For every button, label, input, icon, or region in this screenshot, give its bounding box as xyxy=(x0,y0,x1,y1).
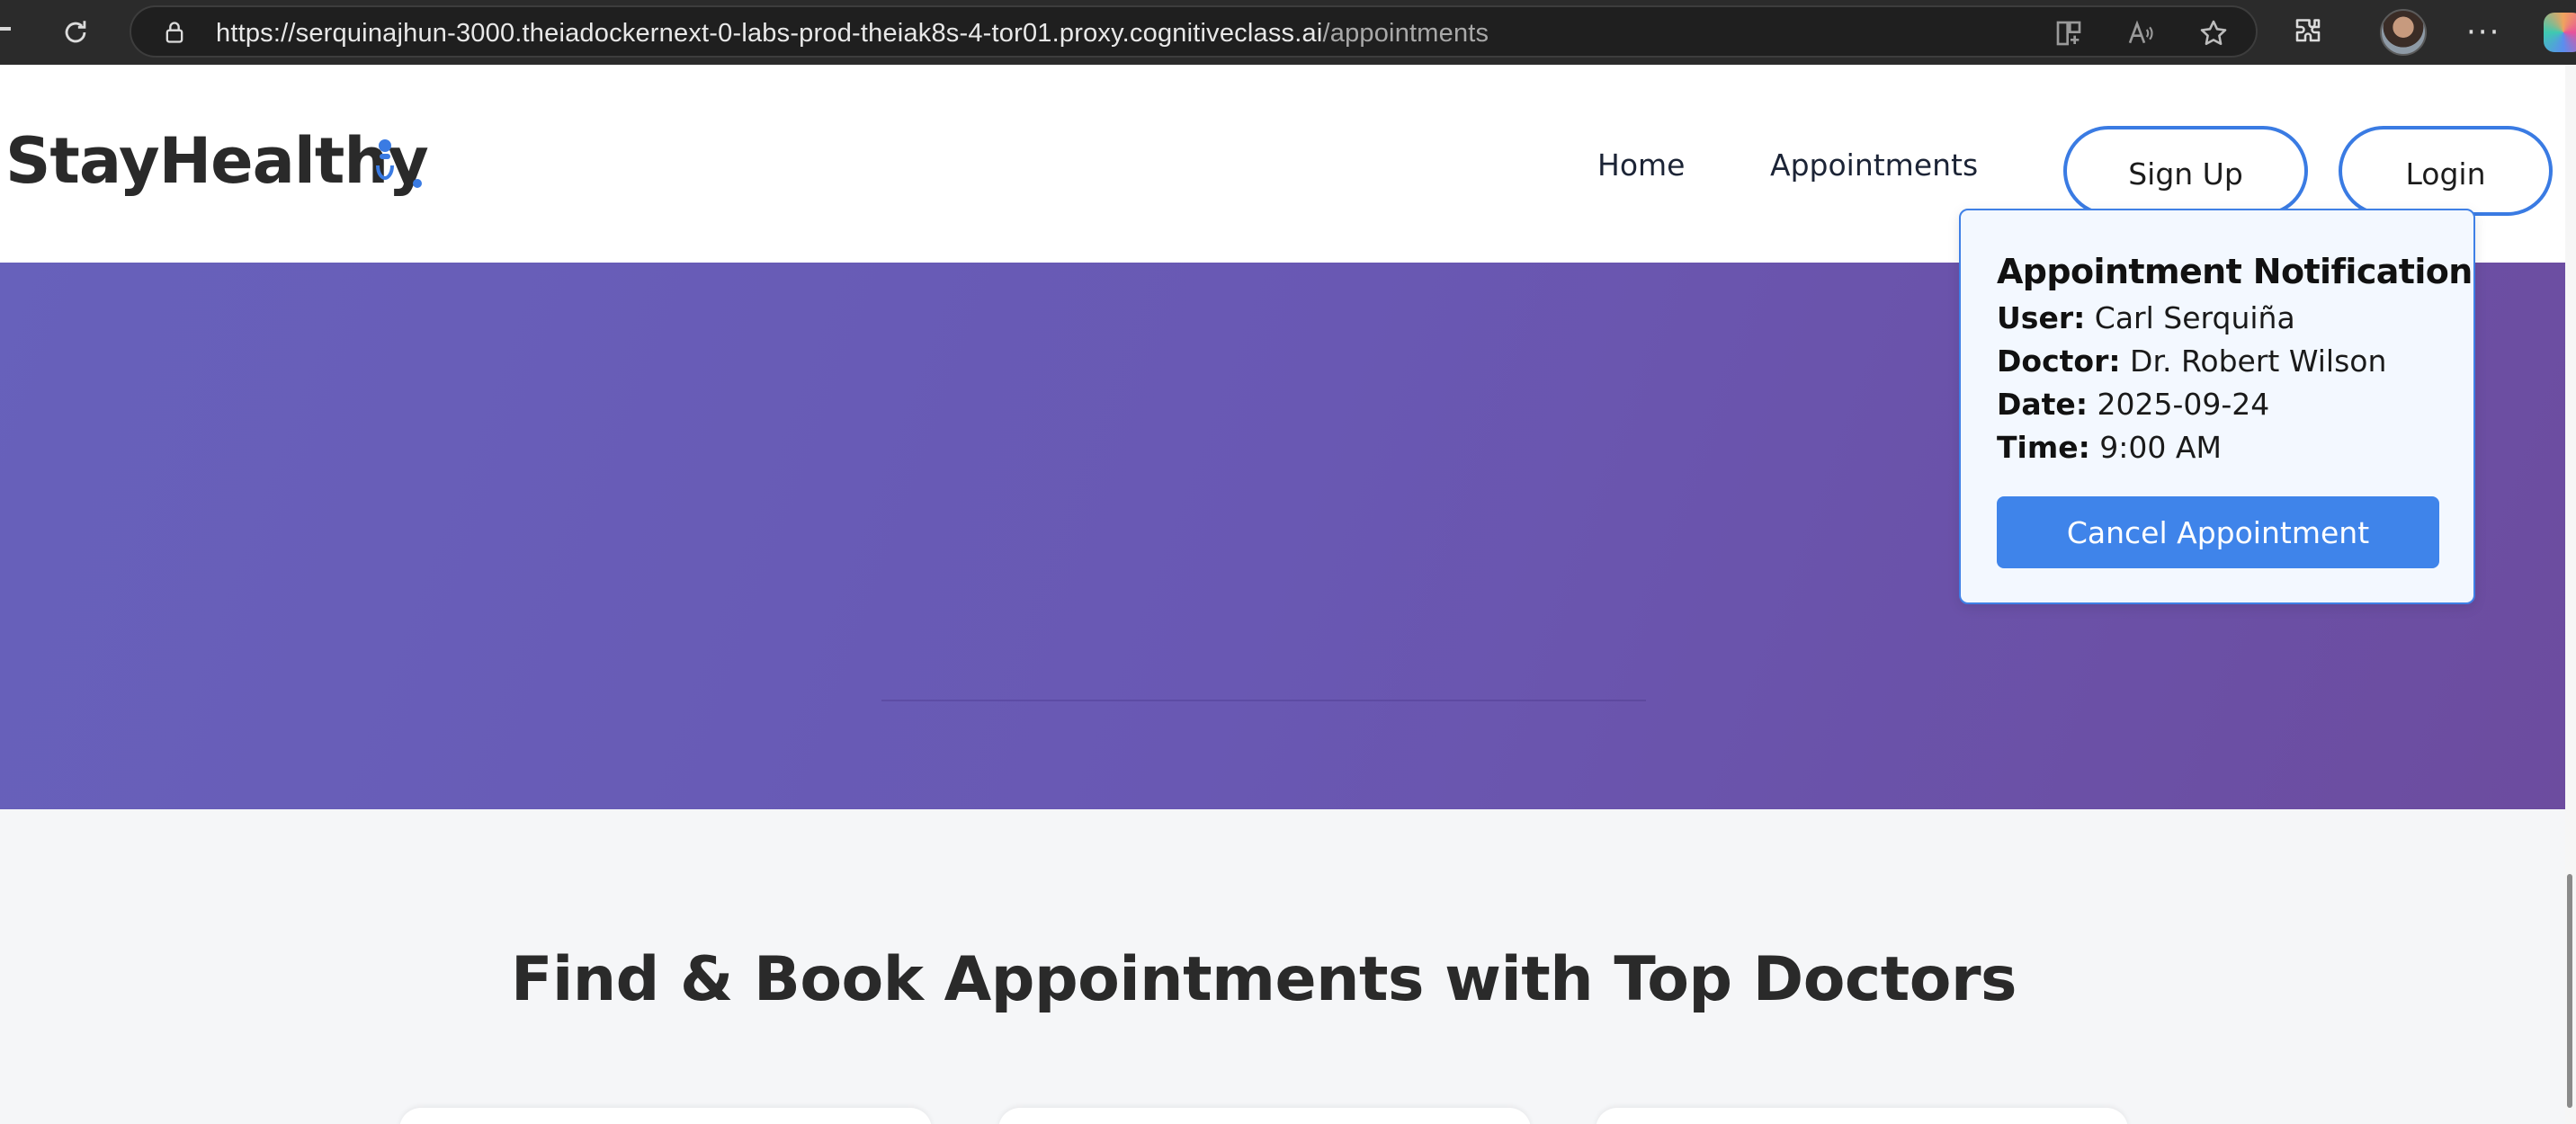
site-logo[interactable]: StayHealthy xyxy=(5,124,429,198)
hero-divider xyxy=(881,700,1646,701)
read-aloud-icon[interactable] xyxy=(2126,19,2155,51)
window-minimize-icon[interactable] xyxy=(0,27,11,31)
notification-doctor-row: Doctor: Dr. Robert Wilson xyxy=(1997,343,2386,379)
doctor-card[interactable] xyxy=(399,1108,932,1124)
split-screen-icon[interactable] xyxy=(2054,19,2083,51)
lock-icon[interactable] xyxy=(162,20,187,49)
copilot-icon[interactable] xyxy=(2544,13,2576,52)
doctor-label: Doctor: xyxy=(1997,343,2121,379)
nav-home-link[interactable]: Home xyxy=(1597,147,1685,183)
extensions-icon[interactable] xyxy=(2292,16,2324,52)
nav-appointments-link[interactable]: Appointments xyxy=(1770,147,1978,183)
time-label: Time: xyxy=(1997,430,2090,465)
favorite-star-icon[interactable] xyxy=(2198,18,2229,52)
page-scrollbar[interactable] xyxy=(2565,65,2576,1124)
appointments-section: Find & Book Appointments with Top Doctor… xyxy=(0,809,2565,1124)
url-host: https://serquinajhun-3000.theiadockernex… xyxy=(216,19,1323,48)
stethoscope-logo-icon xyxy=(376,139,422,188)
profile-avatar[interactable] xyxy=(2380,9,2427,56)
user-value: Carl Serquiña xyxy=(2094,300,2295,335)
date-value: 2025-09-24 xyxy=(2097,387,2270,422)
notification-time-row: Time: 9:00 AM xyxy=(1997,430,2222,465)
time-value: 9:00 AM xyxy=(2099,430,2222,465)
appointment-notification: Appointment Notification User: Carl Serq… xyxy=(1959,209,2475,604)
browser-toolbar: https://serquinajhun-3000.theiadockernex… xyxy=(0,0,2576,65)
section-title: Find & Book Appointments with Top Doctor… xyxy=(511,944,2017,1015)
date-label: Date: xyxy=(1997,387,2089,422)
login-button[interactable]: Login xyxy=(2339,126,2553,216)
doctor-card[interactable] xyxy=(998,1108,1531,1124)
url-text[interactable]: https://serquinajhun-3000.theiadockernex… xyxy=(216,19,1489,49)
address-bar[interactable]: https://serquinajhun-3000.theiadockernex… xyxy=(130,5,2258,58)
notification-title: Appointment Notification xyxy=(1997,252,2473,291)
notification-user-row: User: Carl Serquiña xyxy=(1997,300,2295,335)
sign-up-button[interactable]: Sign Up xyxy=(2063,126,2308,216)
more-icon[interactable]: ··· xyxy=(2466,14,2500,50)
user-label: User: xyxy=(1997,300,2086,335)
notification-date-row: Date: 2025-09-24 xyxy=(1997,387,2269,422)
url-path: /appointments xyxy=(1322,19,1489,48)
refresh-icon[interactable] xyxy=(54,11,97,54)
cancel-appointment-button[interactable]: Cancel Appointment xyxy=(1997,496,2439,568)
doctor-value: Dr. Robert Wilson xyxy=(2130,343,2387,379)
doctor-card[interactable] xyxy=(1596,1108,2128,1124)
